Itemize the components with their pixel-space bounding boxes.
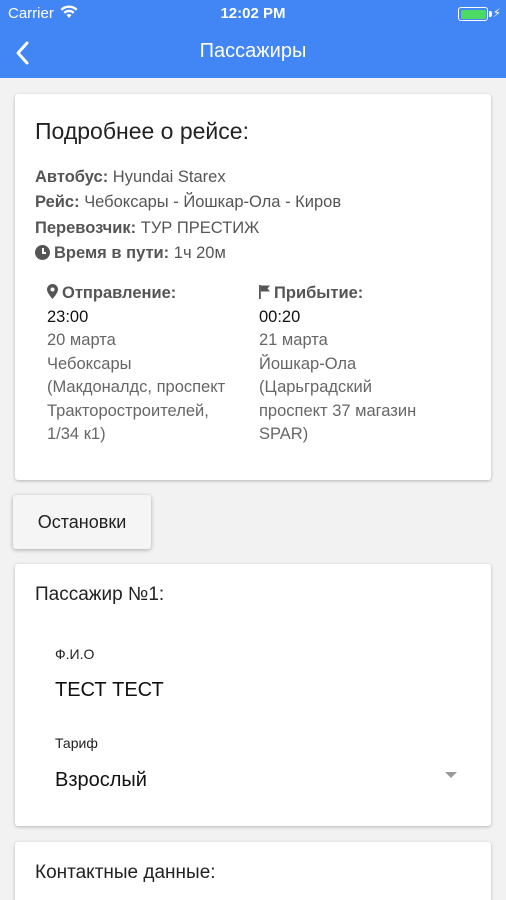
stops-button[interactable]: Остановки xyxy=(13,495,151,549)
bus-info: Автобус: Hyundai Starex xyxy=(35,168,226,187)
arrival-header: Прибытие: xyxy=(259,282,459,306)
arrival-place-line: Йошкар-Ола xyxy=(259,354,357,373)
arrival-column: Прибытие: 00:20 21 марта Йошкар-Ола (Цар… xyxy=(259,282,459,447)
departure-place: Чебоксары (Макдоналдс, проспект Тракторо… xyxy=(47,353,247,447)
departure-header: Отправление: xyxy=(47,282,247,306)
name-field[interactable]: ТЕСТ ТЕСТ xyxy=(55,679,164,702)
departure-place-line: (Макдоналдс, проспект xyxy=(47,378,226,396)
arrival-place-line: проспект 37 магазин xyxy=(259,401,417,420)
tariff-label: Тариф xyxy=(55,735,98,751)
route-value: Чебоксары - Йошкар-Ола - Киров xyxy=(84,193,342,211)
arrival-date: 21 марта xyxy=(259,331,328,349)
clock-icon xyxy=(35,245,50,260)
departure-place-line: 1/34 к1) xyxy=(47,425,106,443)
route-label: Рейс: xyxy=(35,193,80,211)
contact-heading: Контактные данные: xyxy=(35,862,216,883)
departure-date: 20 марта xyxy=(47,331,116,349)
departure-time: 23:00 xyxy=(47,307,89,326)
status-time: 12:02 PM xyxy=(220,5,286,22)
arrival-place-line: (Царьградский xyxy=(259,378,372,396)
departure-place-line: Тракторостроителей, xyxy=(47,401,209,420)
contact-card: Контактные данные: xyxy=(15,842,491,900)
bus-value: Hyundai Starex xyxy=(112,168,226,186)
status-bar: Carrier 12:02 PM ⚡ xyxy=(0,0,506,28)
arrival-label: Прибытие: xyxy=(274,284,364,302)
carrier-label: Перевозчик: xyxy=(35,219,137,237)
carrier-value: ТУР ПРЕСТИЖ xyxy=(140,219,260,237)
arrival-place: Йошкар-Ола (Царьградский проспект 37 маг… xyxy=(259,353,459,447)
trip-details-heading: Подробнее о рейсе: xyxy=(35,118,249,144)
carrier-info: Перевозчик: ТУР ПРЕСТИЖ xyxy=(35,219,259,238)
name-label: Ф.И.О xyxy=(55,646,95,662)
page-title: Пассажиры xyxy=(199,40,307,62)
duration-label: Время в пути: xyxy=(54,244,170,262)
route-info: Рейс: Чебоксары - Йошкар-Ола - Киров xyxy=(35,193,341,212)
flag-icon xyxy=(259,285,270,299)
arrival-place-line: SPAR) xyxy=(259,425,309,443)
charging-icon: ⚡ xyxy=(492,6,501,20)
dropdown-arrow-icon[interactable] xyxy=(445,772,457,778)
bus-label: Автобус: xyxy=(35,168,109,186)
passenger-heading: Пассажир №1: xyxy=(35,584,165,605)
location-pin-icon xyxy=(47,284,58,299)
navigation-bar: Пассажиры xyxy=(0,28,506,78)
passenger-card: Пассажир №1: Ф.И.О ТЕСТ ТЕСТ Тариф Взрос… xyxy=(15,564,491,826)
departure-column: Отправление: 23:00 20 марта Чебоксары (М… xyxy=(47,282,247,447)
arrival-time: 00:20 xyxy=(259,307,301,326)
departure-label: Отправление: xyxy=(62,284,177,302)
duration-value: 1ч 20м xyxy=(173,244,226,262)
tariff-select[interactable]: Взрослый xyxy=(55,769,147,792)
duration-info: Время в пути: 1ч 20м xyxy=(35,244,226,263)
battery-icon xyxy=(458,7,492,21)
departure-place-line: Чебоксары xyxy=(47,354,132,373)
trip-details-card: Подробнее о рейсе: Автобус: Hyundai Star… xyxy=(15,94,491,480)
